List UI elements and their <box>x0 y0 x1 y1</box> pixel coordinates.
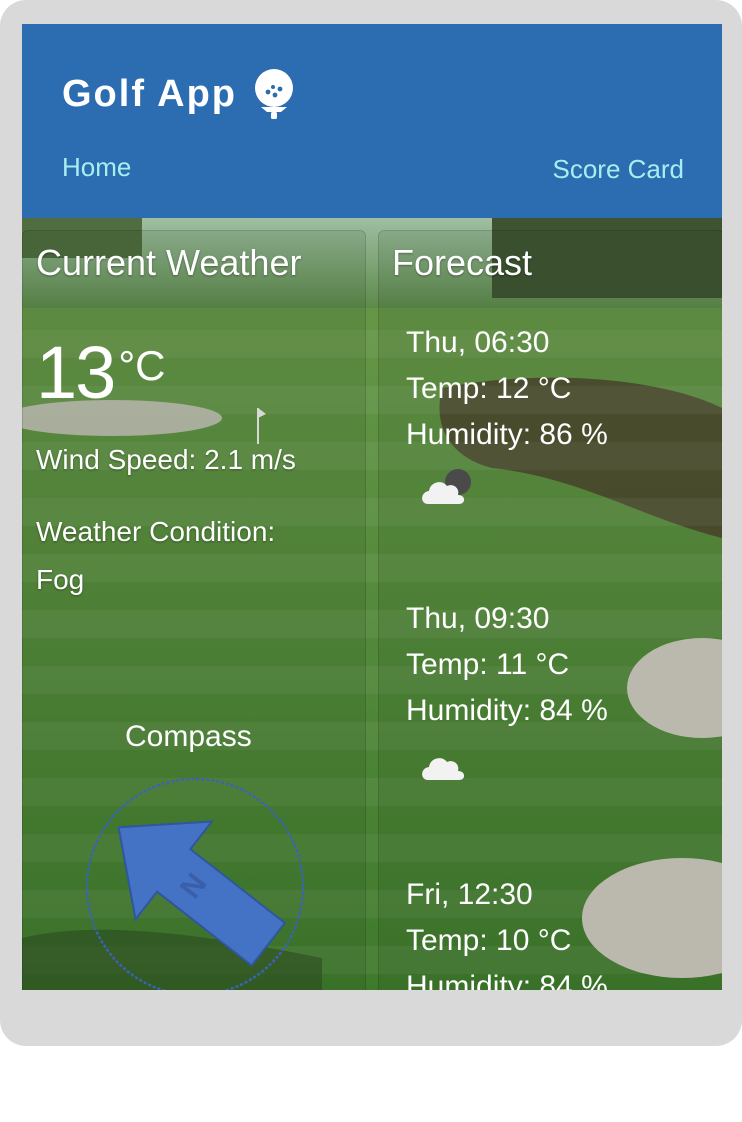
brand[interactable]: Golf App <box>62 68 297 120</box>
app-screen: Golf App Home Score Card Current Weather… <box>22 24 722 990</box>
current-weather-heading: Current Weather <box>36 242 302 283</box>
forecast-heading: Forecast <box>392 242 533 283</box>
forecast-item: Thu, 06:30 Temp: 12 °C Humidity: 86 % <box>406 320 608 517</box>
forecast-time: Fri, 12:30 <box>406 878 533 911</box>
device-frame: Golf App Home Score Card Current Weather… <box>0 0 742 1046</box>
forecast-temp: Temp: 11 °C <box>406 648 570 681</box>
forecast-item: Fri, 12:30 Temp: 10 °C Humidity: 84 % <box>406 872 608 990</box>
navbar: Golf App Home Score Card <box>22 24 722 218</box>
nav-home-link[interactable]: Home <box>62 152 131 183</box>
weather-condition-label: Weather Condition: <box>36 516 276 547</box>
forecast-time: Thu, 09:30 <box>406 602 550 635</box>
forecast-temp: Temp: 12 °C <box>406 372 572 405</box>
partly-cloudy-night-icon <box>422 469 471 504</box>
forecast-humidity: Humidity: 84 % <box>406 694 608 727</box>
forecast-humidity: Humidity: 86 % <box>406 418 608 451</box>
app-title: Golf App <box>62 72 237 115</box>
forecast-item: Thu, 09:30 Temp: 11 °C Humidity: 84 % <box>406 596 608 793</box>
compass-arrow-icon: N <box>85 777 305 990</box>
weather-condition-value: Fog <box>36 564 85 595</box>
nav-score-card-link[interactable]: Score Card <box>553 154 685 185</box>
forecast-time: Thu, 06:30 <box>406 326 550 359</box>
temperature-unit: °C <box>118 342 166 389</box>
wind-speed: Wind Speed: 2.1 m/s <box>36 444 296 475</box>
current-temperature: 13 °C <box>36 330 165 415</box>
compass-label: Compass <box>125 720 252 753</box>
golf-ball-on-tee-icon <box>255 69 293 119</box>
temperature-value: 13 <box>36 331 116 414</box>
forecast-humidity: Humidity: 84 % <box>406 970 608 990</box>
forecast-temp: Temp: 10 °C <box>406 924 572 957</box>
cloud-icon <box>422 758 465 780</box>
